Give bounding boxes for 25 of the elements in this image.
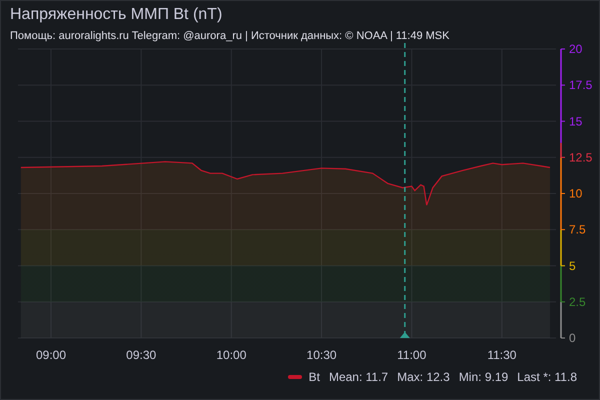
y-axis-label: 15 [569, 114, 582, 128]
y-axis-label: 10 [569, 186, 582, 200]
y-axis-label: 12.5 [569, 150, 592, 164]
annotation-marker-icon[interactable] [400, 332, 410, 338]
x-axis-label: 09:30 [126, 348, 156, 362]
y-axis-label: 17.5 [569, 78, 592, 92]
legend-stat: Mean: 11.7 [328, 370, 388, 384]
reference-line[interactable] [404, 43, 406, 334]
y-axis-label: 7.5 [569, 222, 586, 237]
legend-stat: Last *: 11.8 [517, 370, 577, 384]
panel-title: Напряженность ММП Bt (nT) [10, 6, 222, 24]
x-axis-label: 09:00 [36, 348, 66, 362]
legend-series-name[interactable]: Bt [308, 370, 320, 384]
y-axis-label: 20 [569, 43, 582, 56]
legend-stat: Min: 9.19 [458, 370, 508, 384]
x-axis-label: 11:00 [397, 348, 426, 362]
y-axis-label: 2.5 [569, 294, 586, 309]
x-axis-label: 10:00 [216, 348, 246, 362]
y-axis-label: 0 [569, 331, 576, 345]
legend-swatch [288, 375, 302, 379]
x-axis-label: 10:30 [306, 348, 337, 362]
y-axis-label: 5 [569, 258, 576, 273]
x-axis-label: 11:30 [487, 348, 516, 362]
legend-stat: Max: 12.3 [397, 370, 450, 384]
panel-subtitle: Помощь: auroralights.ru Telegram: @aurora_ru | Источник данных: © NOAA | 11:49 MSK [10, 30, 450, 42]
